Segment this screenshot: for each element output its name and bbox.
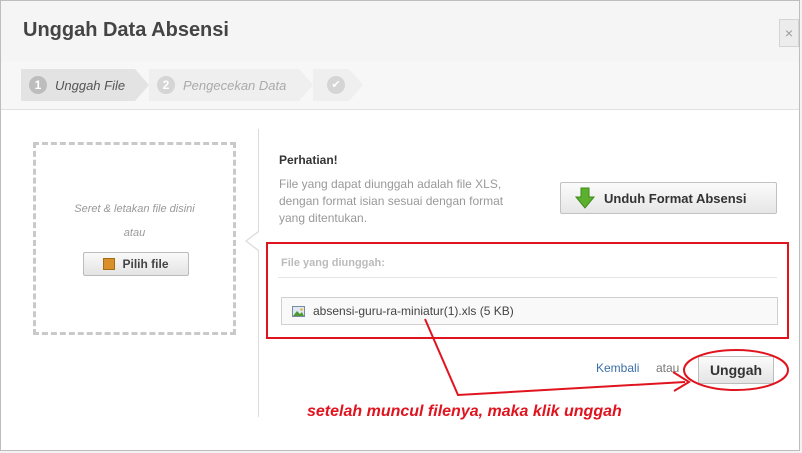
check-icon: ✔ xyxy=(327,76,345,94)
uploaded-file-item[interactable]: absensi-guru-ra-miniatur(1).xls (5 KB) xyxy=(281,297,778,325)
file-dropzone[interactable]: Seret & letakan file disini atau Pilih f… xyxy=(33,142,236,335)
uploaded-files-label: File yang diunggah: xyxy=(281,257,385,269)
step-number: 1 xyxy=(29,76,47,94)
image-file-icon xyxy=(292,305,305,317)
uploaded-file-name: absensi-guru-ra-miniatur(1).xls (5 KB) xyxy=(313,304,514,318)
back-link[interactable]: Kembali xyxy=(596,361,639,375)
download-format-label: Unduh Format Absensi xyxy=(604,190,747,206)
download-arrow-icon xyxy=(575,187,595,209)
vertical-divider xyxy=(258,129,259,417)
step-label: Pengecekan Data xyxy=(183,77,287,93)
notice-title: Perhatian! xyxy=(279,153,338,167)
download-format-button[interactable]: Unduh Format Absensi xyxy=(560,182,777,214)
step-upload-file: 1 Unggah File xyxy=(21,69,149,101)
or-text: atau xyxy=(656,361,680,375)
panel-pointer xyxy=(245,231,259,251)
dropzone-hint: Seret & letakan file disini xyxy=(74,203,195,215)
pick-file-button[interactable]: Pilih file xyxy=(83,252,189,276)
step-number: 2 xyxy=(157,76,175,94)
close-icon[interactable]: × xyxy=(779,19,799,47)
notice-text: File yang dapat diunggah adalah file XLS… xyxy=(279,177,504,225)
box-icon xyxy=(103,258,116,270)
step-complete: ✔ xyxy=(313,69,363,101)
upload-button[interactable]: Unggah xyxy=(698,356,774,384)
step-label: Unggah File xyxy=(55,77,126,93)
dialog-header: Unggah Data Absensi × xyxy=(1,1,799,62)
uploaded-files-panel: File yang diunggah: absensi-guru-ra-mini… xyxy=(266,242,789,339)
pick-file-label: Pilih file xyxy=(122,257,169,271)
dialog-title: Unggah Data Absensi xyxy=(23,19,229,41)
dropzone-or: atau xyxy=(123,227,146,239)
annotation-text: setelah muncul filenya, maka klik unggah xyxy=(307,403,622,420)
upload-dialog: Unggah Data Absensi × 1 Unggah File 2 Pe… xyxy=(0,0,800,451)
wizard-steps: 1 Unggah File 2 Pengecekan Data ✔ xyxy=(1,61,799,110)
panel-separator xyxy=(278,277,777,278)
dropzone-text: Seret & letakan file disini atau xyxy=(36,197,233,245)
step-data-check: 2 Pengecekan Data xyxy=(149,69,313,101)
